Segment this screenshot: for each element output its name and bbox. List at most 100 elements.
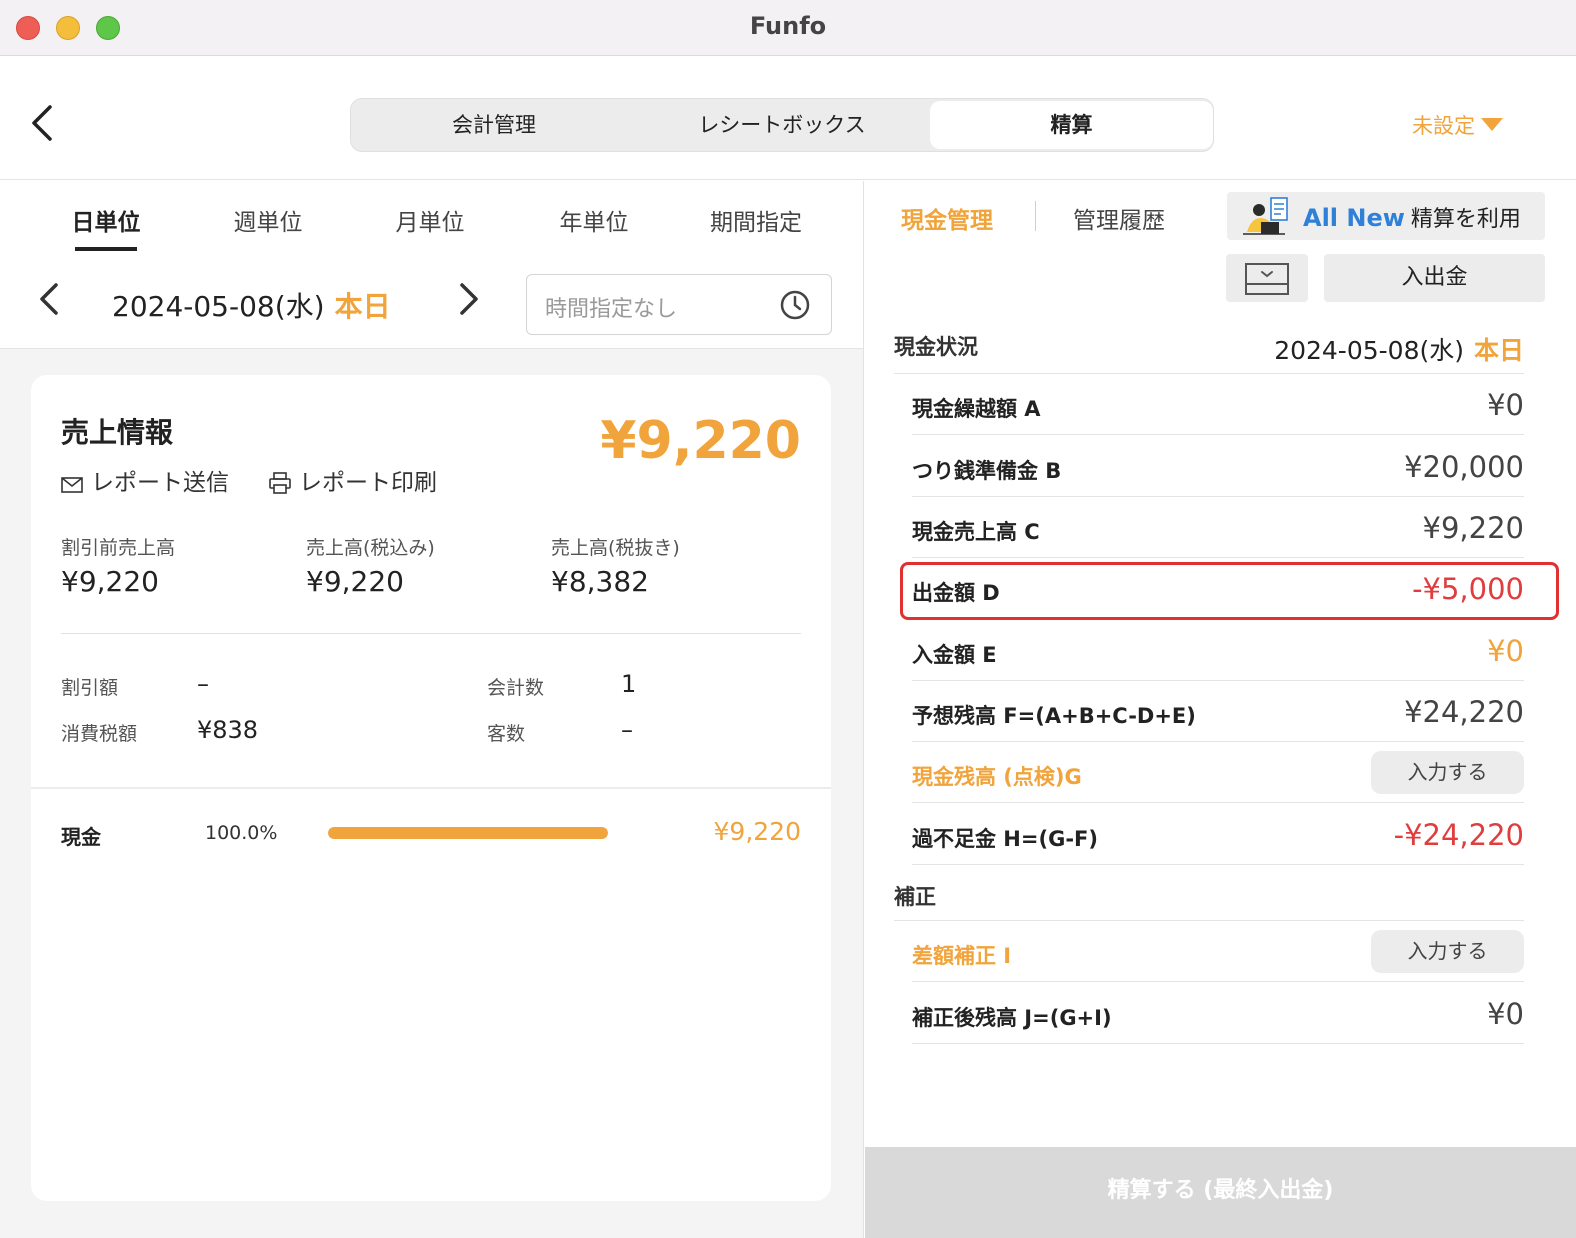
next-date-button[interactable] xyxy=(456,279,482,327)
transaction-count-value: 1 xyxy=(621,670,637,698)
active-tab-indicator xyxy=(75,247,137,251)
deposit-label: 入金額 E xyxy=(912,643,997,667)
send-report-button[interactable]: レポート送信 xyxy=(61,463,229,497)
period-tab-year[interactable]: 年単位 xyxy=(524,203,664,237)
tab-receipt-box[interactable]: レシートボックス xyxy=(637,99,927,151)
corrected-balance-row: 補正後残高 J=(G+I) ¥0 xyxy=(912,983,1524,1044)
today-badge: 本日 xyxy=(1473,336,1524,365)
chevron-left-icon xyxy=(32,105,52,141)
tab-separator xyxy=(1035,201,1036,231)
discount-value: – xyxy=(197,670,209,698)
deposit-withdraw-button[interactable]: 入出金 xyxy=(1324,254,1545,302)
tax-amount-label: 消費税額 xyxy=(61,723,138,745)
store-select-label: 未設定 xyxy=(1412,114,1475,138)
over-short-label: 過不足金 H=(G-F) xyxy=(912,827,1098,851)
all-new-highlight: All New xyxy=(1303,204,1405,232)
pre-discount-sales-label: 割引前売上高 xyxy=(61,537,176,559)
over-short-value: -¥24,220 xyxy=(1393,818,1524,852)
payment-share-bar-fill xyxy=(328,827,608,839)
payment-method-cash-label: 現金 xyxy=(61,825,101,849)
period-tab-day[interactable]: 日単位 xyxy=(36,203,176,237)
back-button[interactable] xyxy=(28,103,68,147)
cash-sales-row: 現金売上高 C ¥9,220 xyxy=(912,497,1524,558)
mail-icon xyxy=(61,477,83,493)
customer-count-label: 客数 xyxy=(487,723,526,745)
clock-icon xyxy=(780,290,810,320)
difference-correction-input-button[interactable]: 入力する xyxy=(1371,930,1524,973)
print-report-button[interactable]: レポート印刷 xyxy=(269,463,437,497)
header: 会計管理 レシートボックス 精算 未設定 xyxy=(0,57,1576,180)
cash-drawer-button[interactable] xyxy=(1226,254,1308,302)
corrected-balance-label: 補正後残高 J=(G+I) xyxy=(912,1006,1112,1030)
difference-correction-row: 差額補正 I 入力する xyxy=(912,921,1524,982)
pre-discount-sales-value: ¥9,220 xyxy=(61,565,159,598)
print-report-label: レポート印刷 xyxy=(299,470,437,496)
chevron-left-icon xyxy=(40,283,58,315)
sales-tax-excluded-value: ¥8,382 xyxy=(551,565,649,598)
tab-management-history[interactable]: 管理履歴 xyxy=(1073,201,1165,235)
main-tab-bar: 会計管理 レシートボックス 精算 xyxy=(350,98,1214,152)
payment-share-bar xyxy=(328,827,608,839)
cash-drawer-icon xyxy=(1245,263,1289,295)
tax-amount-value: ¥838 xyxy=(197,716,259,744)
over-short-row: 過不足金 H=(G-F) -¥24,220 xyxy=(912,804,1524,865)
expected-balance-label: 予想残高 F=(A+B+C-D+E) xyxy=(912,704,1196,728)
tab-accounting[interactable]: 会計管理 xyxy=(351,99,637,151)
deposit-value: ¥0 xyxy=(1487,634,1524,668)
chevron-right-icon xyxy=(460,283,478,315)
change-fund-value: ¥20,000 xyxy=(1404,450,1524,484)
current-date: 2024-05-08(水) 本日 xyxy=(112,285,391,325)
expected-balance-row: 予想残高 F=(A+B+C-D+E) ¥24,220 xyxy=(912,681,1524,742)
tab-cash-management[interactable]: 現金管理 xyxy=(901,201,993,235)
all-new-label: 精算を利用 xyxy=(1410,207,1521,232)
payment-method-cash-amount: ¥9,220 xyxy=(713,817,801,846)
status-date-value: 2024-05-08(水) xyxy=(1274,336,1464,365)
all-new-settlement-banner[interactable]: All New 精算を利用 xyxy=(1227,192,1545,240)
cash-carryover-value: ¥0 xyxy=(1487,388,1524,422)
correction-heading: 補正 xyxy=(894,885,936,909)
annotation-highlight-box xyxy=(900,562,1559,620)
transaction-count-label: 会計数 xyxy=(487,677,545,699)
period-tab-week[interactable]: 週単位 xyxy=(198,203,338,237)
cash-status-heading: 現金状況 xyxy=(894,335,978,359)
discount-label: 割引額 xyxy=(61,677,119,699)
sales-info-card: 売上情報 ¥9,220 レポート送信 レポート印刷 割引前売上高 ¥9,220 … xyxy=(31,375,831,1201)
left-panel: 日単位 週単位 月単位 年単位 期間指定 2024-05-08(水) 本日 時間指… xyxy=(0,181,864,1238)
cash-balance-input-button[interactable]: 入力する xyxy=(1371,751,1524,794)
sales-total: ¥9,220 xyxy=(600,411,801,471)
settle-final-button[interactable]: 精算する (最終入出金) xyxy=(865,1147,1576,1238)
customer-count-value: – xyxy=(621,716,633,744)
store-select[interactable]: 未設定 xyxy=(1412,110,1503,140)
cash-carryover-row: 現金繰越額 A ¥0 xyxy=(912,374,1524,435)
period-tab-range[interactable]: 期間指定 xyxy=(686,203,826,237)
cash-sales-label: 現金売上高 C xyxy=(912,520,1040,544)
change-fund-label: つり銭準備金 B xyxy=(912,459,1062,483)
cash-balance-check-label: 現金残高 (点検)G xyxy=(912,765,1082,789)
right-panel: 現金管理 管理履歴 All New 精算を利用 入出金 現金状況 2024-05-… xyxy=(865,181,1576,1238)
printer-icon xyxy=(269,472,291,494)
window-title: Funfo xyxy=(749,12,827,40)
period-tab-month[interactable]: 月単位 xyxy=(360,203,500,237)
time-filter-placeholder: 時間指定なし xyxy=(545,297,678,322)
change-fund-row: つり銭準備金 B ¥20,000 xyxy=(912,436,1524,497)
settlement-illustration-icon xyxy=(1243,197,1288,235)
send-report-label: レポート送信 xyxy=(91,470,229,496)
tab-settlement[interactable]: 精算 xyxy=(930,101,1213,149)
cash-balance-check-row: 現金残高 (点検)G 入力する xyxy=(912,742,1524,803)
corrected-balance-value: ¥0 xyxy=(1487,997,1524,1031)
previous-date-button[interactable] xyxy=(36,279,62,327)
all-new-text: All New 精算を利用 xyxy=(1303,201,1521,233)
time-filter-input[interactable]: 時間指定なし xyxy=(526,274,832,335)
sales-tax-excluded-label: 売上高(税抜き) xyxy=(551,537,680,559)
cash-carryover-label: 現金繰越額 A xyxy=(912,397,1041,421)
expected-balance-value: ¥24,220 xyxy=(1404,695,1524,729)
difference-correction-label: 差額補正 I xyxy=(912,944,1012,968)
cash-sales-value: ¥9,220 xyxy=(1422,511,1524,545)
title-bar: Funfo xyxy=(0,0,1576,56)
today-badge: 本日 xyxy=(334,290,391,323)
divider xyxy=(61,633,801,634)
cash-status-date: 2024-05-08(水) 本日 xyxy=(1165,331,1524,367)
sales-tax-included-value: ¥9,220 xyxy=(306,565,404,598)
period-controls: 日単位 週単位 月単位 年単位 期間指定 2024-05-08(水) 本日 時間指… xyxy=(0,181,863,349)
deposit-row: 入金額 E ¥0 xyxy=(912,620,1524,681)
